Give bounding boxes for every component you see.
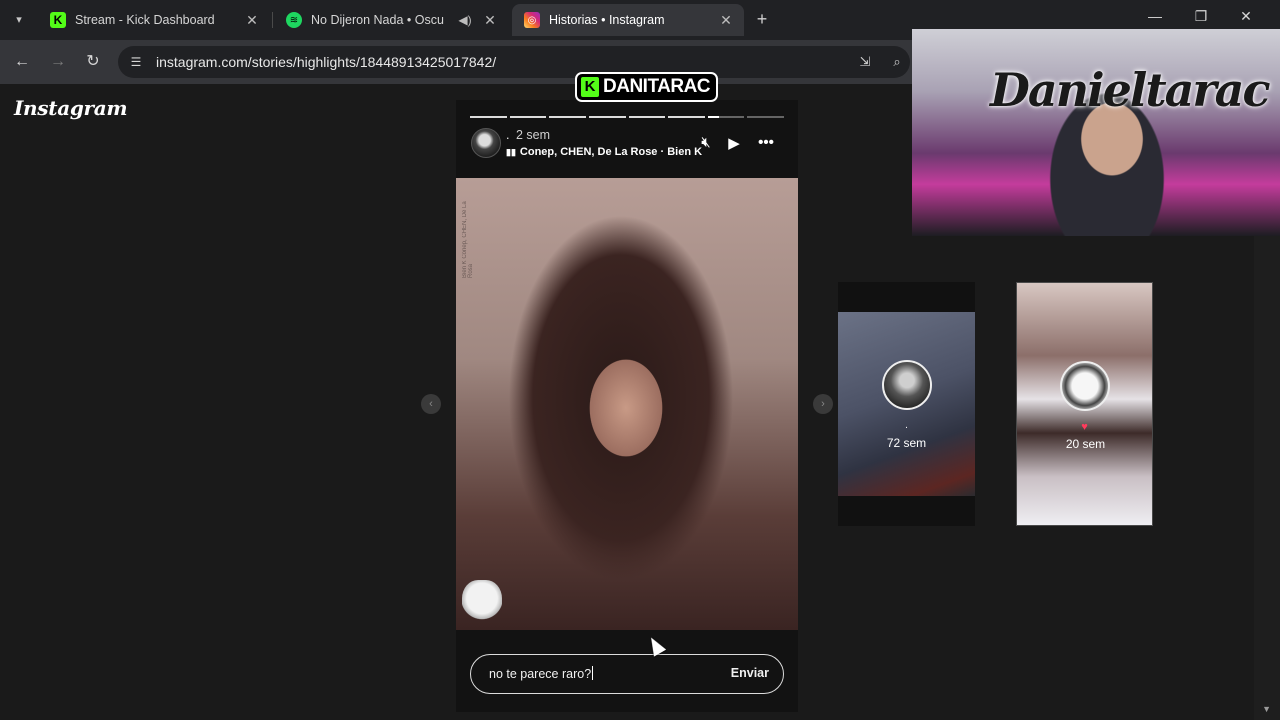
speaker-icon[interactable]: ◀) [456, 13, 474, 27]
kick-icon: K [50, 12, 66, 28]
reply-input[interactable]: no te parece raro? [489, 666, 593, 681]
tab-instagram[interactable]: ◎ Historias • Instagram ✕ [512, 4, 744, 36]
install-app-icon[interactable]: ⇲ [856, 54, 874, 70]
tab-title: Stream - Kick Dashboard [75, 13, 215, 27]
reload-button[interactable]: ↻ [83, 52, 103, 72]
webcam-graffiti-text: Danieltarac [990, 63, 1270, 117]
instagram-logo[interactable]: Instagram [14, 96, 128, 120]
avatar [882, 360, 932, 410]
avatar[interactable] [471, 128, 501, 158]
tab-search-button[interactable]: ▾ [6, 6, 32, 32]
progress-segment [668, 116, 705, 118]
story-time: 2 sem [516, 128, 551, 142]
play-icon[interactable]: ▶ [722, 134, 746, 152]
close-icon[interactable]: ✕ [480, 12, 500, 29]
highlight-preview[interactable]: . 72 sem [838, 282, 975, 526]
story-music-label: Conep, CHEN, De La Rose · Bien K [519, 146, 703, 158]
webcam-overlay: Danieltarac [912, 29, 1280, 236]
more-options-icon[interactable]: ••• [754, 134, 778, 151]
kick-channel-badge: K DANITARAC [575, 72, 719, 102]
story-music[interactable]: ▮▮ Conep, CHEN, De La Rose · Bien K [506, 146, 702, 158]
tab-title: Historias • Instagram [549, 13, 665, 27]
reply-bar[interactable]: no te parece raro? Enviar [470, 654, 784, 694]
instagram-icon: ◎ [524, 12, 540, 28]
tab-separator [272, 12, 273, 28]
previous-story-button[interactable]: ‹ [421, 394, 441, 414]
scroll-down-arrow-icon[interactable]: ▼ [1262, 704, 1271, 714]
highlight-time: 20 sem [1065, 437, 1106, 451]
restore-icon[interactable]: ❐ [1190, 8, 1212, 25]
avatar [1060, 361, 1110, 411]
story-username[interactable]: . [506, 128, 509, 142]
close-icon[interactable]: ✕ [716, 12, 736, 29]
progress-segment [549, 116, 586, 118]
back-button[interactable]: ← [12, 52, 32, 72]
progress-segment [747, 116, 784, 118]
address-bar[interactable]: ☰ instagram.com/stories/highlights/18448… [118, 46, 910, 78]
progress-segment [707, 116, 745, 118]
story-side-text: Bien K Conep, CHEN, De La Rosa [462, 201, 474, 278]
minimize-icon[interactable]: — [1144, 8, 1166, 24]
next-story-button[interactable]: › [813, 394, 833, 414]
hello-kitty-sticker [462, 580, 502, 626]
tab-spotify[interactable]: ≋ No Dijeron Nada • Oscu ◀) ✕ [274, 4, 508, 36]
close-window-icon[interactable]: ✕ [1235, 8, 1257, 25]
story-progress-bar [470, 116, 784, 118]
story-viewer: . 2 sem ▮▮ Conep, CHEN, De La Rose · Bien… [456, 100, 798, 712]
progress-segment [509, 116, 547, 118]
equalizer-icon: ▮▮ [506, 147, 516, 157]
spotify-icon: ≋ [286, 12, 302, 28]
new-tab-button[interactable]: + [752, 9, 772, 29]
close-icon[interactable]: ✕ [242, 12, 262, 29]
send-button[interactable]: Enviar [731, 666, 769, 680]
site-info-icon[interactable]: ☰ [128, 54, 144, 70]
channel-name: DANITARAC [603, 76, 711, 97]
kick-icon: K [581, 77, 599, 97]
highlight-time: 72 sem [886, 436, 927, 450]
highlight-preview[interactable]: ♥ 20 sem [1016, 282, 1153, 526]
progress-segment [588, 116, 626, 118]
forward-button[interactable]: → [48, 52, 68, 72]
progress-segment [628, 116, 666, 118]
tab-kick-dashboard[interactable]: K Stream - Kick Dashboard ✕ [38, 4, 270, 36]
zoom-icon[interactable]: ⌕ [888, 54, 906, 70]
heart-icon: ♥ [1081, 421, 1088, 433]
progress-segment [470, 116, 507, 118]
mute-icon[interactable]: 🔇︎ [694, 134, 718, 151]
url-text[interactable]: instagram.com/stories/highlights/1844891… [156, 54, 496, 70]
tab-title: No Dijeron Nada • Oscu [311, 13, 444, 27]
story-image[interactable]: Bien K Conep, CHEN, De La Rosa [456, 178, 798, 630]
highlight-username: . [905, 420, 908, 431]
